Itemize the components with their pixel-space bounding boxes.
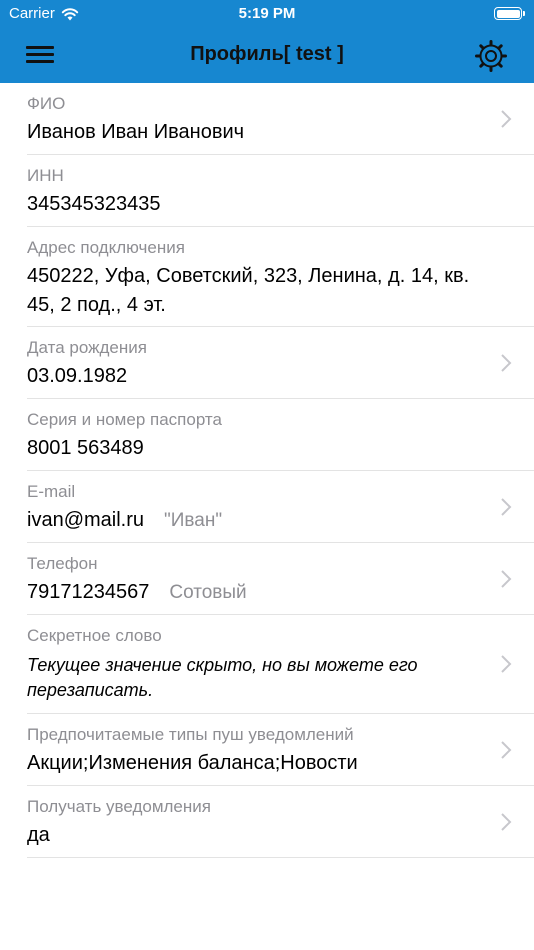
field-label: E-mail <box>27 482 76 501</box>
field-label: Получать уведомления <box>27 797 211 816</box>
field-value: 345345323435 <box>27 193 161 215</box>
email-contact-name: "Иван" <box>164 510 223 531</box>
chevron-right-icon <box>501 569 512 588</box>
field-value: 450222, Уфа, Советский, 323, Ленина, д. … <box>27 265 470 316</box>
field-row-birth-date[interactable]: Дата рождения 03.09.1982 <box>27 327 534 399</box>
field-row-passport: Серия и номер паспорта 8001 563489 <box>27 399 534 471</box>
field-row-email[interactable]: E-mail ivan@mail.ru "Иван" <box>27 471 534 543</box>
chevron-right-icon <box>501 497 512 516</box>
settings-button[interactable] <box>474 39 508 73</box>
field-value: ivan@mail.ru "Иван" <box>27 509 223 531</box>
chevron-right-icon <box>501 109 512 128</box>
field-value: да <box>27 824 50 846</box>
field-label: ФИО <box>27 94 66 113</box>
field-row-address: Адрес подключения 450222, Уфа, Советский… <box>27 227 534 327</box>
field-value: Акции;Изменения баланса;Новости <box>27 752 358 774</box>
field-label: Серия и номер паспорта <box>27 410 222 429</box>
chevron-right-icon <box>501 655 512 673</box>
field-label: ИНН <box>27 166 64 185</box>
field-label: Секретное слово <box>27 626 162 645</box>
field-value: Иванов Иван Иванович <box>27 121 245 143</box>
chevron-right-icon <box>501 812 512 831</box>
phone-type: Сотовый <box>169 582 247 603</box>
field-label: Телефон <box>27 554 98 573</box>
chevron-right-icon <box>501 740 512 759</box>
field-label: Предпочитаемые типы пуш уведомлений <box>27 725 354 744</box>
field-value: 8001 563489 <box>27 437 144 459</box>
field-value: 03.09.1982 <box>27 365 128 387</box>
field-row-inn: ИНН 345345323435 <box>27 155 534 227</box>
field-row-push-types[interactable]: Предпочитаемые типы пуш уведомлений Акци… <box>27 714 534 786</box>
navigation-bar: Профиль[ test ] <box>0 28 534 83</box>
field-value: 79171234567 Сотовый <box>27 581 247 603</box>
battery-icon <box>494 7 525 20</box>
field-label: Дата рождения <box>27 338 147 357</box>
field-row-receive-notifications[interactable]: Получать уведомления да <box>27 786 534 858</box>
field-row-phone[interactable]: Телефон 79171234567 Сотовый <box>27 543 534 615</box>
field-label: Адрес подключения <box>27 238 185 257</box>
field-row-secret-word[interactable]: Секретное слово Текущее значение скрыто,… <box>27 615 534 714</box>
field-value: Текущее значение скрыто, но вы можете ег… <box>27 655 418 700</box>
gear-icon <box>475 40 507 72</box>
status-bar: Carrier 5:19 PM <box>0 0 534 28</box>
clock: 5:19 PM <box>238 5 296 22</box>
page-title: Профиль[ test ] <box>190 43 344 65</box>
chevron-right-icon <box>501 353 512 372</box>
field-row-full-name[interactable]: ФИО Иванов Иван Иванович <box>27 83 534 155</box>
profile-field-list: ФИО Иванов Иван Иванович ИНН 34534532343… <box>0 83 534 858</box>
